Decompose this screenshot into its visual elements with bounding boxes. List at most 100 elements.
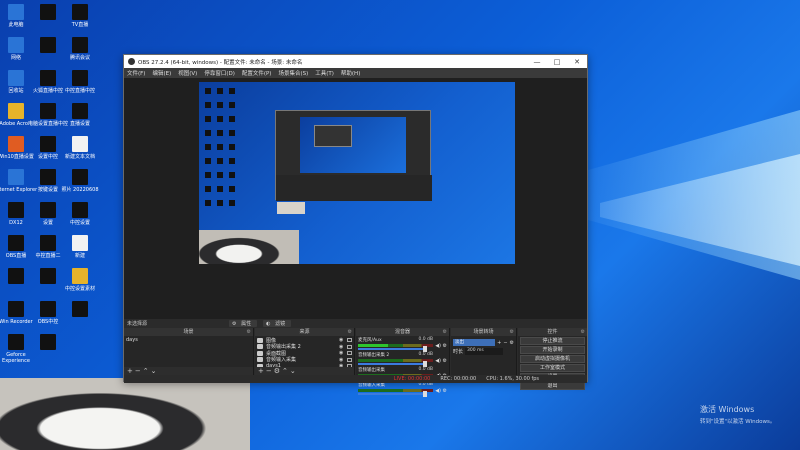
menu-profile[interactable]: 配置文件(P) — [242, 69, 272, 77]
start-virtual-camera-button[interactable]: 启动虚拟摄像机 — [520, 355, 585, 363]
canvas-desktop-icon — [229, 172, 235, 178]
gear-icon[interactable]: ⚙ — [443, 388, 447, 394]
dock-settings-icon[interactable]: ⚙ — [581, 328, 585, 336]
mixer-dock-header: 混音器 ⚙ — [356, 328, 449, 336]
gear-icon[interactable]: ⚙ — [443, 343, 447, 349]
source-item[interactable]: 音频输入采集 ◉ — [257, 357, 352, 363]
move-down-icon[interactable]: ⌄ — [290, 367, 298, 375]
menu-edit[interactable]: 编辑(E) — [152, 69, 171, 77]
add-icon[interactable]: + — [497, 340, 501, 346]
menu-docks[interactable]: 停靠窗口(D) — [204, 69, 235, 77]
gear-icon[interactable]: ⚙ — [510, 340, 514, 346]
desktop-icon[interactable]: 直播设置 — [56, 103, 104, 127]
nested-webcam — [277, 202, 305, 214]
transition-select[interactable]: 淡出 — [453, 339, 496, 346]
move-up-icon[interactable]: ⌃ — [143, 367, 151, 375]
desktop-icon-label: 照片 20220608 — [61, 187, 99, 193]
speaker-icon[interactable]: ◀) — [435, 358, 441, 364]
lock-icon[interactable] — [347, 344, 352, 349]
app-icon — [72, 136, 88, 152]
desktop-icon[interactable]: 中控设置素材 — [56, 268, 104, 292]
source-type-icon — [257, 337, 263, 343]
dock-settings-icon[interactable]: ⚙ — [348, 328, 352, 336]
menu-help[interactable]: 帮助(H) — [341, 69, 360, 77]
dock-settings-icon[interactable]: ⚙ — [247, 328, 251, 336]
duration-input[interactable]: 300 ms — [465, 348, 504, 355]
desktop-icon[interactable] — [24, 334, 72, 352]
canvas-desktop-icon — [205, 200, 211, 206]
dock-settings-icon[interactable]: ⚙ — [443, 328, 447, 336]
menu-file[interactable]: 文件(F) — [127, 69, 145, 77]
dock-settings-icon[interactable]: ⚙ — [510, 328, 514, 336]
gear-icon[interactable]: ⚙ — [443, 358, 447, 364]
add-icon[interactable]: + — [258, 367, 266, 375]
app-icon — [72, 70, 88, 86]
canvas-desktop-icon — [229, 116, 235, 122]
studio-mode-button[interactable]: 工作室模式 — [520, 364, 585, 372]
canvas-desktop-icon — [205, 144, 211, 150]
menu-view[interactable]: 视图(V) — [178, 69, 197, 77]
scene-item[interactable]: days — [126, 337, 251, 343]
canvas-desktop-icon — [205, 186, 211, 192]
move-up-icon[interactable]: ⌃ — [282, 367, 290, 375]
preview-canvas[interactable] — [199, 82, 515, 264]
filters-button[interactable]: ◐ 滤镜 — [263, 320, 292, 327]
canvas-desktop-icon — [205, 116, 211, 122]
move-down-icon[interactable]: ⌄ — [151, 367, 159, 375]
windows-activation-watermark: 激活 Windows 转到"设置"以激活 Windows。 — [700, 404, 775, 425]
stop-streaming-button[interactable]: 停止推流 — [520, 337, 585, 345]
menu-tools[interactable]: 工具(T) — [315, 69, 334, 77]
remove-icon[interactable]: − — [503, 340, 507, 346]
close-button[interactable]: ✕ — [567, 58, 587, 66]
desktop-icon[interactable]: 新建 — [56, 235, 104, 259]
gear-icon[interactable]: ⚙ — [274, 367, 282, 375]
volume-meter — [358, 344, 433, 347]
canvas-desktop-icon — [205, 88, 211, 94]
controls-dock-header: 控件 ⚙ — [518, 328, 587, 336]
desktop-icon[interactable] — [56, 301, 104, 319]
mixer-channel: 麦克风/Aux 0.0 dB ◀) ⚙ — [358, 337, 447, 352]
desktop-icon[interactable]: 照片 20220608 — [56, 169, 104, 193]
remove-icon[interactable]: − — [266, 367, 274, 375]
obs-titlebar[interactable]: OBS 27.2.4 (64-bit, windows) - 配置文件: 未命名… — [124, 55, 587, 68]
desktop-icon[interactable]: 中控设置 — [56, 202, 104, 226]
visibility-eye-icon[interactable]: ◉ — [339, 337, 345, 343]
exit-button[interactable]: 退出 — [520, 382, 585, 390]
menu-scene-collection[interactable]: 场景集合(S) — [278, 69, 308, 77]
desktop-icon[interactable]: 腾讯会议 — [56, 37, 104, 61]
scenes-dock-header: 场景 ⚙ — [124, 328, 253, 336]
app-icon — [40, 268, 56, 284]
visibility-eye-icon[interactable]: ◉ — [339, 350, 345, 356]
desktop-icon[interactable]: TV直播 — [56, 4, 104, 28]
maximize-button[interactable]: □ — [547, 58, 567, 66]
rec-status: REC: 00:00:00 — [440, 376, 477, 382]
slider-handle[interactable] — [423, 391, 427, 397]
transitions-dock-header: 场景转场 ⚙ — [451, 328, 516, 336]
visibility-eye-icon[interactable]: ◉ — [339, 357, 345, 363]
visibility-eye-icon[interactable]: ◉ — [339, 344, 345, 350]
canvas-desktop-icon — [205, 158, 211, 164]
mixer-channel: 音频输入采集 0.0 dB ◀) ⚙ — [358, 382, 447, 397]
start-recording-button[interactable]: 开始录制 — [520, 346, 585, 354]
desktop-icon[interactable]: 新建文本文档 — [56, 136, 104, 160]
properties-button[interactable]: ⚙ 属性 — [229, 320, 258, 327]
speaker-icon[interactable]: ◀) — [435, 343, 441, 349]
controls-title: 控件 — [547, 329, 558, 335]
lock-icon[interactable] — [347, 338, 352, 343]
desktop-icon[interactable]: 中控直播中控 — [56, 70, 104, 94]
volume-slider[interactable] — [358, 346, 427, 352]
remove-icon[interactable]: − — [135, 367, 143, 375]
add-icon[interactable]: + — [127, 367, 135, 375]
desktop-icon-label: 网络 — [10, 55, 21, 61]
lock-icon[interactable] — [347, 357, 352, 362]
volume-slider[interactable] — [358, 361, 427, 367]
volume-slider[interactable] — [358, 391, 427, 397]
sources-dock-footer: +−⚙⌃⌄ — [255, 367, 354, 375]
canvas-desktop-icon — [205, 172, 211, 178]
minimize-button[interactable]: — — [527, 58, 547, 66]
speaker-icon[interactable]: ◀) — [435, 388, 441, 394]
app-icon — [40, 301, 56, 317]
lock-icon[interactable] — [347, 351, 352, 356]
app-icon — [8, 301, 24, 317]
desktop-icon-label: 新建文本文档 — [64, 154, 95, 160]
